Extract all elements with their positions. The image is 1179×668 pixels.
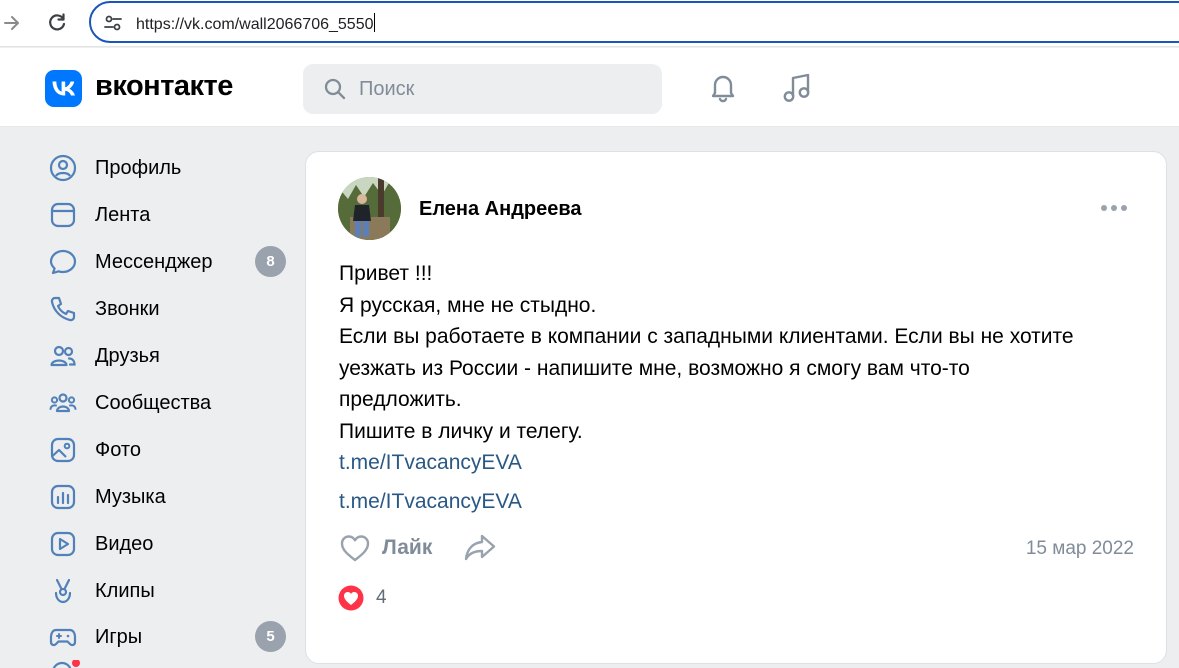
- site-settings-icon[interactable]: [103, 13, 123, 33]
- sidebar-item-calls[interactable]: Звонки: [45, 288, 295, 328]
- sidebar-item-profile[interactable]: Профиль: [45, 147, 295, 187]
- post-text-line: Если вы работаете в компании с западными…: [339, 325, 1074, 348]
- sidebar-item-friends[interactable]: Друзья: [45, 335, 295, 375]
- notifications-bell-icon[interactable]: [706, 70, 740, 104]
- clips-icon: [54, 578, 72, 604]
- post-text: Привет !!! Я русская, мне не стыдно. Есл…: [339, 258, 1139, 479]
- url-text[interactable]: https://vk.com/wall2066706_5550: [136, 13, 376, 34]
- post-attached-link[interactable]: t.me/ITvacancyEVA: [339, 490, 522, 514]
- post-author-name[interactable]: Елена Андреева: [419, 198, 582, 221]
- sidebar-item-label: Лента: [95, 204, 151, 226]
- more-options-icon[interactable]: [1099, 202, 1129, 214]
- sidebar-item-label: Сообщества: [95, 392, 212, 414]
- site-header: вконтакте Поиск: [0, 48, 1179, 127]
- reload-icon: [49, 13, 66, 31]
- sidebar-item-label: Игры: [95, 626, 143, 648]
- search-placeholder: Поиск: [359, 78, 415, 100]
- communities-icon: [49, 393, 77, 413]
- sidebar-item-communities[interactable]: Сообщества: [45, 382, 295, 422]
- post-text-line: уезжать из России - напишите мне, возмож…: [339, 356, 970, 380]
- browser-toolbar: https://vk.com/wall2066706_5550: [0, 0, 1179, 47]
- post-date[interactable]: 15 мар 2022: [1026, 538, 1134, 560]
- share-arrow-icon[interactable]: [463, 531, 497, 563]
- music-icon: [50, 484, 76, 510]
- vk-logo-icon[interactable]: [45, 70, 82, 107]
- sidebar-item-clips[interactable]: Клипы: [45, 570, 295, 610]
- sidebar-item-photos[interactable]: Фото: [45, 429, 295, 469]
- feed-icon: [50, 202, 76, 228]
- avatar-photo: [338, 177, 401, 240]
- post-text-line: Я русская, мне не стыдно.: [339, 293, 597, 317]
- music-player-icon[interactable]: [780, 70, 814, 104]
- post-text-line: предложить.: [339, 388, 462, 411]
- reactions-count: 4: [376, 587, 387, 608]
- wall-post: Елена Андреева Привет !!! Я русская, мне…: [305, 151, 1167, 664]
- brand-wordmark[interactable]: вконтакте: [95, 70, 233, 103]
- sidebar-item-label: Видео: [95, 533, 154, 555]
- post-inline-link[interactable]: t.me/ITvacancyEVA: [339, 451, 522, 474]
- post-text-line: Привет !!!: [339, 262, 433, 285]
- like-label: Лайк: [382, 536, 433, 559]
- games-icon: [49, 628, 77, 647]
- sidebar-item-feed[interactable]: Лента: [45, 194, 295, 234]
- avatar[interactable]: [338, 177, 401, 240]
- heart-outline-icon: [340, 535, 370, 562]
- friends-icon: [50, 345, 76, 367]
- phone-icon: [50, 296, 76, 322]
- sidebar-item-label: Профиль: [95, 157, 182, 179]
- reload-button[interactable]: [42, 8, 72, 38]
- sidebar-item-video[interactable]: Видео: [45, 523, 295, 563]
- sidebar-item-label: Друзья: [95, 345, 160, 367]
- post-text-line: Пишите в личку и телегу.: [339, 419, 583, 443]
- heart-filled-icon: [338, 585, 364, 611]
- games-count-badge: 5: [255, 621, 286, 652]
- sidebar-next-item-icon: [52, 660, 80, 668]
- address-bar[interactable]: https://vk.com/wall2066706_5550: [89, 1, 1179, 43]
- sidebar-item-music[interactable]: Музыка: [45, 476, 295, 516]
- photo-icon: [50, 437, 76, 463]
- sidebar-item-messenger[interactable]: Мессенджер 8: [45, 241, 295, 281]
- sidebar-item-label: Звонки: [95, 298, 160, 320]
- sidebar-item-label: Клипы: [95, 580, 155, 602]
- sidebar-item-label: Фото: [95, 439, 141, 461]
- arrow-right-icon: [4, 16, 19, 30]
- sidebar-item-label: Мессенджер: [95, 251, 213, 273]
- video-icon: [50, 531, 76, 557]
- back-button[interactable]: [0, 8, 27, 38]
- messenger-icon: [49, 249, 77, 275]
- sidebar-item-games[interactable]: Игры 5: [45, 616, 295, 656]
- search-icon: [324, 78, 346, 100]
- unread-count-badge: 8: [255, 246, 286, 277]
- search-input[interactable]: Поиск: [303, 64, 662, 114]
- sidebar-item-label: Музыка: [95, 486, 166, 508]
- profile-icon: [49, 154, 77, 182]
